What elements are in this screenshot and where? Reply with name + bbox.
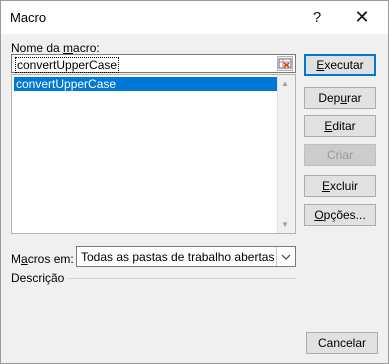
description-label: Descrição bbox=[11, 271, 65, 285]
close-button[interactable]: ✕ bbox=[340, 1, 384, 34]
list-scrollbar[interactable]: ▲ ▼ bbox=[277, 75, 295, 233]
list-item[interactable]: convertUpperCase bbox=[14, 77, 277, 91]
collapse-dialog-icon bbox=[278, 58, 292, 69]
create-button[interactable]: Criar bbox=[304, 144, 376, 166]
cancel-button[interactable]: Cancelar bbox=[306, 332, 378, 354]
macros-in-label: Macros em: bbox=[11, 252, 74, 266]
close-icon: ✕ bbox=[354, 7, 370, 27]
macros-in-value: Todas as pastas de trabalho abertas bbox=[81, 250, 275, 264]
macro-name-value: convertUpperCase bbox=[15, 57, 120, 73]
macro-name-label: Nome da macro: bbox=[11, 41, 100, 55]
chevron-down-icon[interactable] bbox=[276, 247, 295, 266]
options-button[interactable]: Opções... bbox=[304, 204, 376, 226]
run-button[interactable]: Executar bbox=[304, 54, 376, 76]
title-bar: Macro ? ✕ bbox=[1, 1, 388, 34]
scroll-down-icon[interactable]: ▼ bbox=[281, 220, 289, 229]
dialog-title: Macro bbox=[10, 10, 47, 25]
macro-list[interactable]: convertUpperCase ▲ ▼ bbox=[11, 74, 296, 234]
edit-button[interactable]: Editar bbox=[304, 115, 376, 137]
step-into-button[interactable]: Dep u rar bbox=[304, 87, 376, 109]
description-divider bbox=[67, 278, 297, 279]
macro-dialog: Macro ? ✕ Nome da macro: convertUpperCas… bbox=[0, 0, 389, 364]
macros-in-select[interactable]: Todas as pastas de trabalho abertas bbox=[76, 246, 296, 267]
delete-button[interactable]: Excluir bbox=[304, 175, 376, 197]
macro-name-input[interactable]: convertUpperCase bbox=[11, 54, 296, 73]
scroll-up-icon[interactable]: ▲ bbox=[281, 79, 289, 88]
help-button[interactable]: ? bbox=[295, 1, 339, 34]
help-icon: ? bbox=[312, 9, 322, 26]
collapse-dialog-button[interactable] bbox=[277, 56, 293, 71]
